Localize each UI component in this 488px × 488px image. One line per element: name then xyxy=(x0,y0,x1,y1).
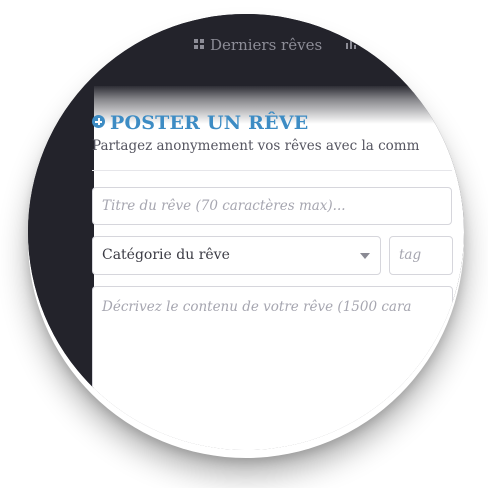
category-select-value: Catégorie du rêve xyxy=(102,247,230,263)
dream-description-placeholder: Décrivez le contenu de votre rêve (1500 … xyxy=(102,299,412,315)
plus-circle-icon xyxy=(92,115,105,128)
chevron-down-icon xyxy=(360,253,370,259)
tags-input[interactable]: tag xyxy=(389,236,453,275)
page-title: POSTER UN RÊVE xyxy=(92,112,308,134)
page-title-text: POSTER UN RÊVE xyxy=(110,112,309,134)
divider xyxy=(92,170,452,171)
dream-title-placeholder: Titre du rêve (70 caractères max)... xyxy=(102,198,346,214)
dream-title-input[interactable]: Titre du rêve (70 caractères max)... xyxy=(92,187,452,225)
dream-description-textarea[interactable]: Décrivez le contenu de votre rêve (1500 … xyxy=(92,286,453,450)
page-subtitle: Partagez anonymement vos rêves avec la c… xyxy=(92,138,420,154)
lens-form: POSTER UN RÊVE Partagez anonymement vos … xyxy=(28,14,464,450)
tags-placeholder: tag xyxy=(399,247,422,263)
category-select[interactable]: Catégorie du rêve xyxy=(92,236,381,275)
